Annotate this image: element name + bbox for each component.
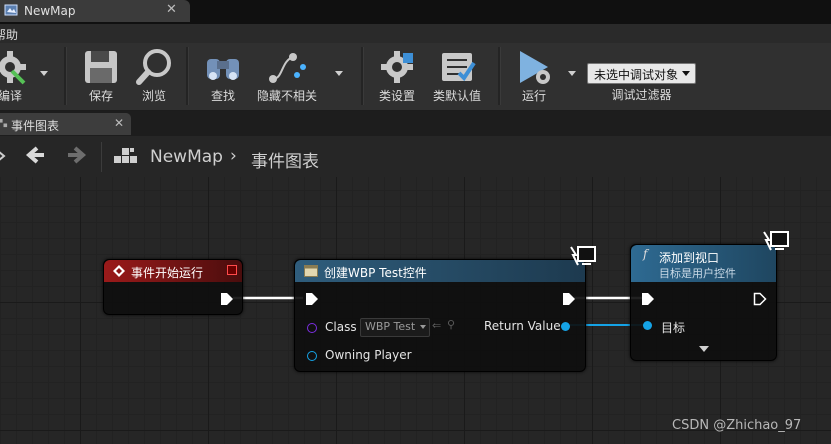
exec-out-pin[interactable] xyxy=(753,292,767,306)
target-pin[interactable] xyxy=(643,321,652,330)
networked-function-icon xyxy=(763,231,789,251)
event-diamond-icon xyxy=(113,265,125,277)
exec-in-pin[interactable] xyxy=(641,292,655,306)
watermark: CSDN @Zhichao_97 xyxy=(672,418,802,433)
networked-function-icon xyxy=(570,246,596,266)
exec-out-pin[interactable] xyxy=(220,292,234,306)
return-value-pin[interactable] xyxy=(561,322,570,331)
chevron-down-icon xyxy=(420,325,426,329)
owning-player-pin[interactable] xyxy=(307,351,317,361)
node-title: 事件开始运行 xyxy=(131,266,204,280)
class-value-select[interactable]: WBP Test xyxy=(360,318,430,337)
create-widget-node[interactable]: 创建WBP Test控件 Class WBP Test ⇐ ⚲ Return V… xyxy=(294,259,586,372)
add-to-viewport-node[interactable]: f 添加到视口 目标是用户控件 目标 xyxy=(630,244,777,361)
node-subtitle: 目标是用户控件 xyxy=(659,267,736,280)
expand-node-arrow-icon[interactable] xyxy=(699,346,709,352)
widget-icon xyxy=(304,265,318,277)
owning-player-pin-label: Owning Player xyxy=(325,348,412,362)
class-pin-label: Class xyxy=(325,320,357,334)
return-value-pin-label: Return Value xyxy=(484,319,561,333)
class-pin[interactable] xyxy=(307,323,317,333)
exec-in-pin[interactable] xyxy=(305,292,319,306)
class-value: WBP Test xyxy=(365,320,416,333)
function-icon: f xyxy=(643,247,648,261)
use-selected-arrow-icon[interactable]: ⇐ xyxy=(432,319,441,332)
event-begin-play-node[interactable]: 事件开始运行 xyxy=(103,259,243,315)
target-pin-label: 目标 xyxy=(661,321,686,335)
output-delegate-pin[interactable] xyxy=(227,265,237,275)
browse-asset-icon[interactable]: ⚲ xyxy=(447,318,455,331)
exec-out-pin[interactable] xyxy=(562,292,576,306)
node-title: 创建WBP Test控件 xyxy=(324,266,427,280)
graph-wires xyxy=(233,296,645,326)
node-title: 添加到视口 xyxy=(659,251,720,265)
